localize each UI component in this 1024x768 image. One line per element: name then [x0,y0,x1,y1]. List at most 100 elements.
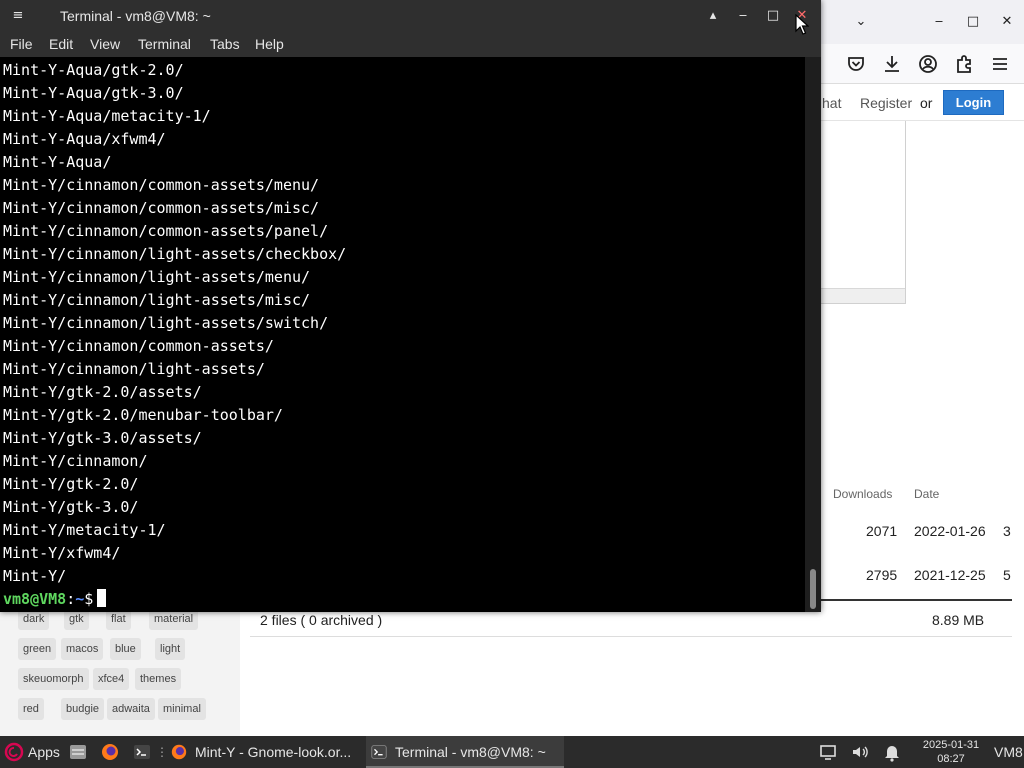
extra-cell: 3 [1003,523,1011,539]
terminal-line: Mint-Y/gtk-3.0/ [3,498,139,516]
minimize-icon[interactable]: ‒ [929,12,949,32]
terminal-line: Mint-Y/cinnamon/light-assets/menu/ [3,268,311,286]
terminal-icon [371,745,387,759]
preview-panel [820,121,906,304]
terminal-output[interactable]: Mint-Y-Aqua/gtk-2.0/Mint-Y-Aqua/gtk-3.0/… [0,57,805,612]
column-header-downloads[interactable]: Downloads [833,487,892,501]
window-menu-icon[interactable]: ≡ [8,6,28,26]
close-icon[interactable]: ✕ [997,12,1017,32]
terminal-scrollbar[interactable] [805,57,821,612]
terminal-launcher-icon[interactable] [132,742,152,762]
tab-list-chevron-icon[interactable]: ⌄ [851,12,871,32]
terminal-line: Mint-Y/gtk-2.0/ [3,475,139,493]
tag-macos[interactable]: macos [61,638,104,660]
firefox-launcher-icon[interactable] [100,742,120,762]
menu-tabs[interactable]: Tabs [210,36,240,52]
terminal-titlebar[interactable]: ≡ Terminal - vm8@VM8: ~ ▴ ‒ □ ✕ [0,0,821,32]
terminal-line: Mint-Y/cinnamon/common-assets/panel/ [3,222,329,240]
clock-date: 2025-01-31 [922,739,980,751]
minimize-icon[interactable]: ‒ [733,6,753,26]
display-icon[interactable] [818,742,838,762]
terminal-line: Mint-Y/gtk-2.0/assets/ [3,383,202,401]
preview-horizontal-scrollbar[interactable] [821,288,905,303]
register-link[interactable]: Register [860,95,912,111]
extensions-icon[interactable] [952,52,976,76]
scrollbar-thumb[interactable] [810,569,816,609]
download-icon[interactable] [880,52,904,76]
files-count-label: 2 files ( 0 archived ) [260,612,383,628]
extra-cell: 5 [1003,567,1011,583]
menu-edit[interactable]: Edit [49,36,73,52]
prompt-symbol: $ [84,590,94,608]
downloads-cell: 2071 [866,523,898,539]
or-text: or [920,95,933,111]
user-label[interactable]: VM8 [994,736,1023,768]
apps-label: Apps [28,744,60,760]
downloads-cell: 2795 [866,567,898,583]
tag-xfce4[interactable]: xfce4 [93,668,130,690]
tag-adwaita[interactable]: adwaita [107,698,155,720]
terminal-menubar: File Edit View Terminal Tabs Help [0,32,821,57]
firefox-icon [171,744,187,760]
terminal-window[interactable]: ≡ Terminal - vm8@VM8: ~ ▴ ‒ □ ✕ File Edi… [0,0,821,612]
tag-green[interactable]: green [18,638,57,660]
tag-red[interactable]: red [18,698,44,720]
tag-skeuomorph[interactable]: skeuomorph [18,668,89,690]
terminal-line: Mint-Y/cinnamon/common-assets/misc/ [3,199,320,217]
taskbar: Apps ⋮ Mint-Y - Gnome-look.or... Termina… [0,736,1024,768]
table-row[interactable]: 2071 2022-01-26 3 [820,509,1024,553]
terminal-lines: Mint-Y-Aqua/gtk-2.0/Mint-Y-Aqua/gtk-3.0/… [3,59,346,611]
clock[interactable]: 2025-01-31 08:27 [914,738,988,766]
prompt-separator: : [66,590,76,608]
tag-themes[interactable]: themes [135,668,182,690]
hamburger-menu-icon[interactable] [988,52,1012,76]
terminal-line: Mint-Y/cinnamon/light-assets/checkbox/ [3,245,347,263]
terminal-line: Mint-Y-Aqua/metacity-1/ [3,107,211,125]
terminal-line: Mint-Y-Aqua/xfwm4/ [3,130,166,148]
window-title: Terminal - vm8@VM8: ~ [60,8,211,24]
terminal-line: Mint-Y/cinnamon/light-assets/switch/ [3,314,329,332]
shade-icon[interactable]: ▴ [703,6,723,26]
terminal-line: Mint-Y/ [3,567,67,585]
terminal-line: Mint-Y/xfwm4/ [3,544,121,562]
terminal-line: Mint-Y/cinnamon/ [3,452,148,470]
volume-icon[interactable] [850,742,870,762]
terminal-line: Mint-Y-Aqua/gtk-3.0/ [3,84,184,102]
task-terminal[interactable]: Terminal - vm8@VM8: ~ [366,736,564,768]
terminal-line: Mint-Y/cinnamon/common-assets/ [3,337,274,355]
date-cell: 2021-12-25 [914,567,986,583]
notifications-bell-icon[interactable] [882,742,902,762]
date-cell: 2022-01-26 [914,523,986,539]
menu-file[interactable]: File [10,36,33,52]
column-header-date[interactable]: Date [914,487,939,501]
menu-view[interactable]: View [90,36,120,52]
files-launcher-icon[interactable] [68,742,88,762]
terminal-line: Mint-Y-Aqua/ [3,153,112,171]
pocket-icon[interactable] [844,52,868,76]
maximize-icon[interactable]: □ [963,12,983,32]
text-cursor [97,589,107,607]
mouse-pointer-icon [795,14,809,35]
terminal-line: Mint-Y/metacity-1/ [3,521,166,539]
maximize-icon[interactable]: □ [763,6,783,26]
header-link-partial[interactable]: hat [822,95,841,111]
prompt-user: vm8@VM8 [3,590,67,608]
debian-swirl-icon [4,742,24,762]
terminal-line: Mint-Y-Aqua/gtk-2.0/ [3,61,184,79]
account-icon[interactable] [916,52,940,76]
menu-terminal[interactable]: Terminal [138,36,191,52]
prompt-line[interactable]: vm8@VM8:~$ [3,588,346,611]
task-label: Terminal - vm8@VM8: ~ [395,744,546,760]
tag-blue[interactable]: blue [110,638,141,660]
task-firefox[interactable]: Mint-Y - Gnome-look.or... [166,736,362,768]
login-button[interactable]: Login [943,90,1004,115]
tag-light[interactable]: light [155,638,186,660]
table-row[interactable]: 2795 2021-12-25 5 [820,553,1024,597]
apps-menu-button[interactable]: Apps [4,736,60,768]
task-label: Mint-Y - Gnome-look.or... [195,744,352,760]
tag-minimal[interactable]: minimal [158,698,206,720]
tag-budgie[interactable]: budgie [61,698,105,720]
terminal-line: Mint-Y/gtk-2.0/menubar-toolbar/ [3,406,283,424]
menu-help[interactable]: Help [255,36,284,52]
terminal-line: Mint-Y/cinnamon/light-assets/misc/ [3,291,311,309]
